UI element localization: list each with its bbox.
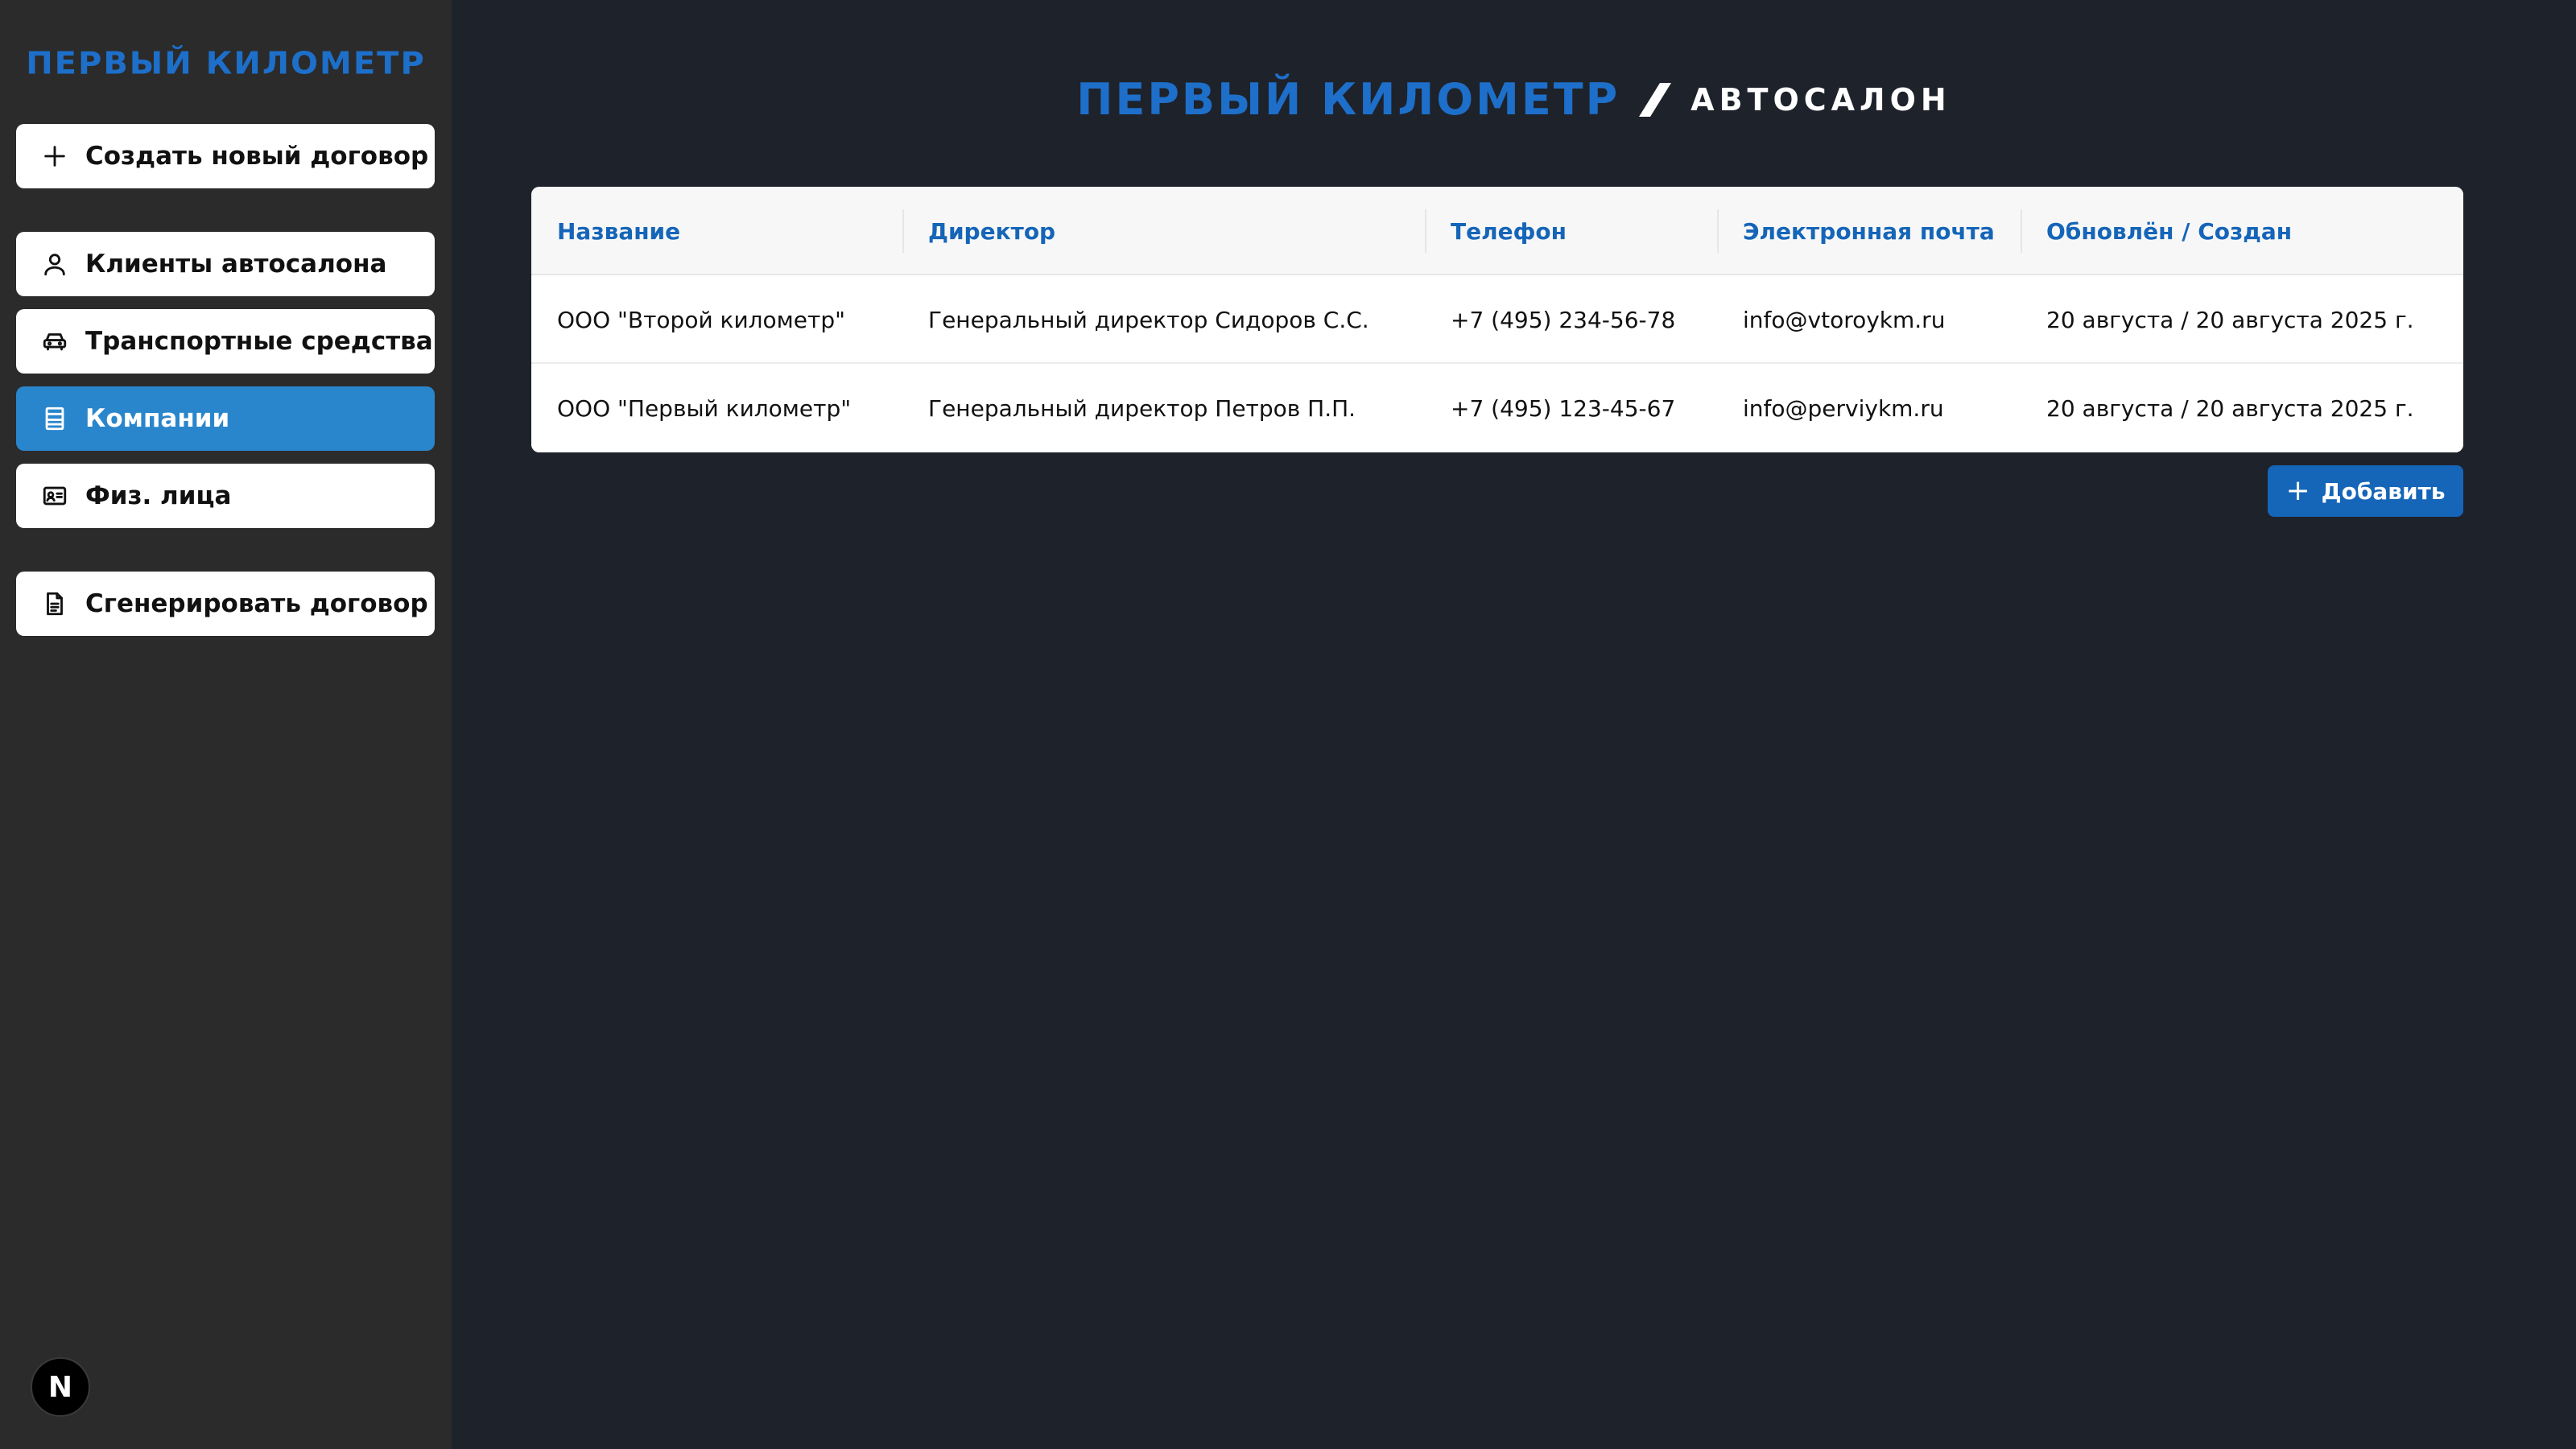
- column-header-dates[interactable]: Обновлён / Создан: [2021, 187, 2292, 275]
- cell-name: ООО "Второй километр": [557, 306, 845, 333]
- sidebar-item-vehicles[interactable]: Транспортные средства: [16, 309, 435, 374]
- create-contract-label: Создать новый договор: [85, 142, 429, 171]
- column-header-director[interactable]: Директор: [902, 187, 1055, 275]
- cell-director: Генеральный директор Сидоров С.С.: [928, 306, 1369, 333]
- document-icon: [40, 589, 69, 618]
- cell-director: Генеральный директор Петров П.П.: [928, 394, 1356, 422]
- plus-icon: [40, 142, 69, 171]
- companies-table: Название Директор Телефон Электронная по…: [531, 187, 2463, 452]
- add-button-label: Добавить: [2321, 477, 2446, 505]
- table-row[interactable]: ООО "Первый километр" Генеральный директ…: [531, 364, 2463, 452]
- cell-name: ООО "Первый километр": [557, 394, 852, 422]
- add-button[interactable]: + Добавить: [2268, 465, 2463, 517]
- sidebar-item-label: Компании: [85, 404, 230, 433]
- sidebar-item-label: Клиенты автосалона: [85, 250, 387, 279]
- sidebar-logo[interactable]: ПЕРВЫЙ КИЛОМЕТР: [0, 46, 452, 81]
- car-icon: [40, 327, 69, 356]
- column-header-email[interactable]: Электронная почта: [1717, 187, 1995, 275]
- generate-contract-button[interactable]: Сгенерировать договор: [16, 572, 435, 636]
- dev-badge[interactable]: N: [31, 1357, 90, 1417]
- cell-phone: +7 (495) 123-45-67: [1451, 394, 1676, 422]
- cell-phone: +7 (495) 234-56-78: [1451, 306, 1676, 333]
- building-icon: [40, 404, 69, 433]
- table-header: Название Директор Телефон Электронная по…: [531, 187, 2463, 275]
- sidebar-item-clients[interactable]: Клиенты автосалона: [16, 232, 435, 296]
- app-root: ПЕРВЫЙ КИЛОМЕТР Создать новый договор Кл…: [0, 0, 2576, 1449]
- sidebar-item-label: Транспортные средства: [85, 327, 433, 356]
- table-row[interactable]: ООО "Второй километр" Генеральный директ…: [531, 275, 2463, 364]
- brand-title: ПЕРВЫЙ КИЛОМЕТР: [1076, 74, 1620, 125]
- cell-email: info@perviykm.ru: [1743, 394, 1944, 422]
- sidebar: ПЕРВЫЙ КИЛОМЕТР Создать новый договор Кл…: [0, 0, 452, 1449]
- cell-dates: 20 августа / 20 августа 2025 г.: [2046, 306, 2414, 333]
- column-header-phone[interactable]: Телефон: [1425, 187, 1567, 275]
- generate-contract-label: Сгенерировать договор: [85, 589, 428, 618]
- sidebar-item-companies[interactable]: Компании: [16, 386, 435, 451]
- section-title: АВТОСАЛОН: [1690, 81, 1951, 118]
- create-contract-button[interactable]: Создать новый договор: [16, 124, 435, 188]
- slash-icon: [1639, 82, 1672, 117]
- column-header-name[interactable]: Название: [531, 187, 680, 275]
- sidebar-item-individuals[interactable]: Физ. лица: [16, 464, 435, 528]
- plus-icon: +: [2285, 474, 2310, 507]
- cell-dates: 20 августа / 20 августа 2025 г.: [2046, 394, 2414, 422]
- cell-email: info@vtoroykm.ru: [1743, 306, 1946, 333]
- user-icon: [40, 250, 69, 279]
- id-card-icon: [40, 481, 69, 510]
- page-header: ПЕРВЫЙ КИЛОМЕТР АВТОСАЛОН: [452, 74, 2576, 125]
- sidebar-item-label: Физ. лица: [85, 481, 232, 510]
